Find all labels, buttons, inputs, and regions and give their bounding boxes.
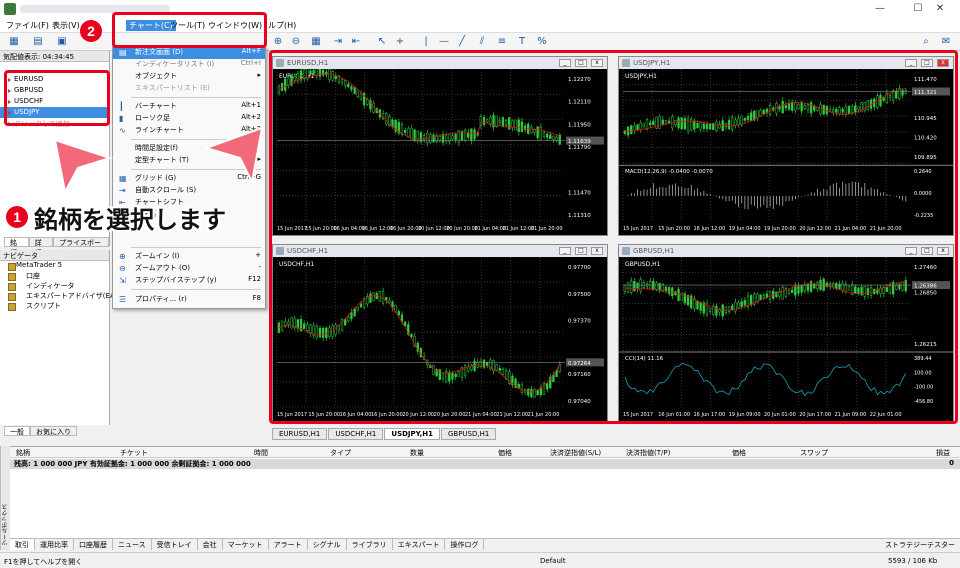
arrow-to-symbols-icon	[53, 138, 114, 195]
arrow-to-chart-icon	[202, 126, 264, 186]
annotation-arrows	[53, 126, 264, 195]
